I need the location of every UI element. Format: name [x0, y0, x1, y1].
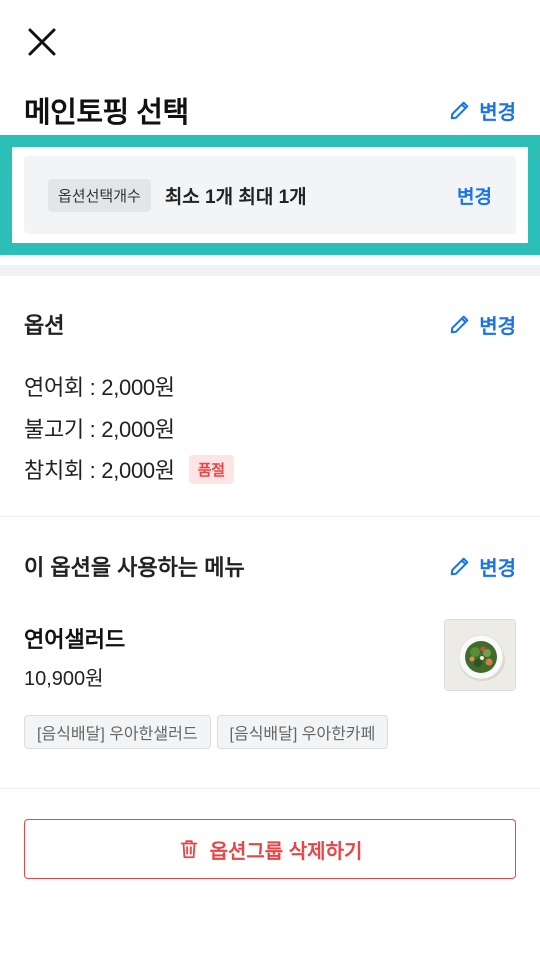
option-item: 연어회 : 2,000원	[24, 370, 175, 402]
option-count-text: 최소 1개 최대 1개	[164, 186, 307, 208]
pencil-icon	[450, 101, 469, 120]
delete-button-label: 옵션그룹 삭제하기	[209, 840, 363, 863]
section-divider	[0, 265, 540, 276]
page-header: 메인토핑 선택 변경	[24, 88, 516, 132]
page-title: 메인토핑 선택	[24, 97, 189, 129]
store-tag-list: [음식배달] 우아한샐러드 [음식배달] 우아한카페	[24, 715, 389, 749]
option-count-panel: 옵션선택개수 최소 1개 최대 1개 변경	[24, 156, 516, 234]
edit-label: 변경	[479, 557, 516, 580]
menus-section-title: 이 옵션을 사용하는 메뉴	[24, 555, 245, 580]
pencil-icon	[450, 557, 469, 576]
option-count-tag: 옵션선택개수	[48, 178, 151, 212]
option-item-text: 연어회 : 2,000원	[24, 375, 175, 400]
option-item: 참치회 : 2,000원 품절	[24, 453, 234, 485]
store-tag: [음식배달] 우아한샐러드	[24, 715, 211, 749]
menu-thumbnail[interactable]	[444, 619, 516, 691]
edit-options-button[interactable]: 변경	[449, 310, 516, 339]
edit-title-button[interactable]: 변경	[449, 96, 516, 125]
option-item-text: 불고기 : 2,000원	[24, 417, 175, 442]
edit-menus-button[interactable]: 변경	[449, 552, 516, 581]
option-count-highlight: 옵션선택개수 최소 1개 최대 1개 변경	[0, 135, 540, 255]
close-icon	[28, 28, 56, 56]
close-button[interactable]	[22, 22, 62, 62]
delete-option-group-button[interactable]: 옵션그룹 삭제하기	[24, 819, 516, 879]
edit-label: 변경	[479, 315, 516, 338]
options-section-title: 옵션	[24, 313, 65, 338]
soldout-badge: 품절	[188, 454, 234, 484]
trash-icon	[180, 840, 197, 859]
section-divider	[0, 516, 540, 517]
options-section-header: 옵션 변경	[24, 309, 516, 339]
pencil-icon	[450, 315, 469, 334]
menu-price: 10,900원	[24, 668, 104, 690]
option-item: 불고기 : 2,000원	[24, 412, 175, 444]
salad-image	[445, 620, 515, 690]
store-tag: [음식배달] 우아한카페	[216, 715, 389, 749]
edit-label: 변경	[479, 101, 516, 124]
section-divider	[0, 788, 540, 789]
menu-name[interactable]: 연어샐러드	[24, 622, 125, 654]
option-count-change-button[interactable]: 변경	[457, 182, 492, 209]
menus-section-header: 이 옵션을 사용하는 메뉴 변경	[24, 551, 516, 581]
option-item-text: 참치회 : 2,000원	[24, 458, 175, 483]
